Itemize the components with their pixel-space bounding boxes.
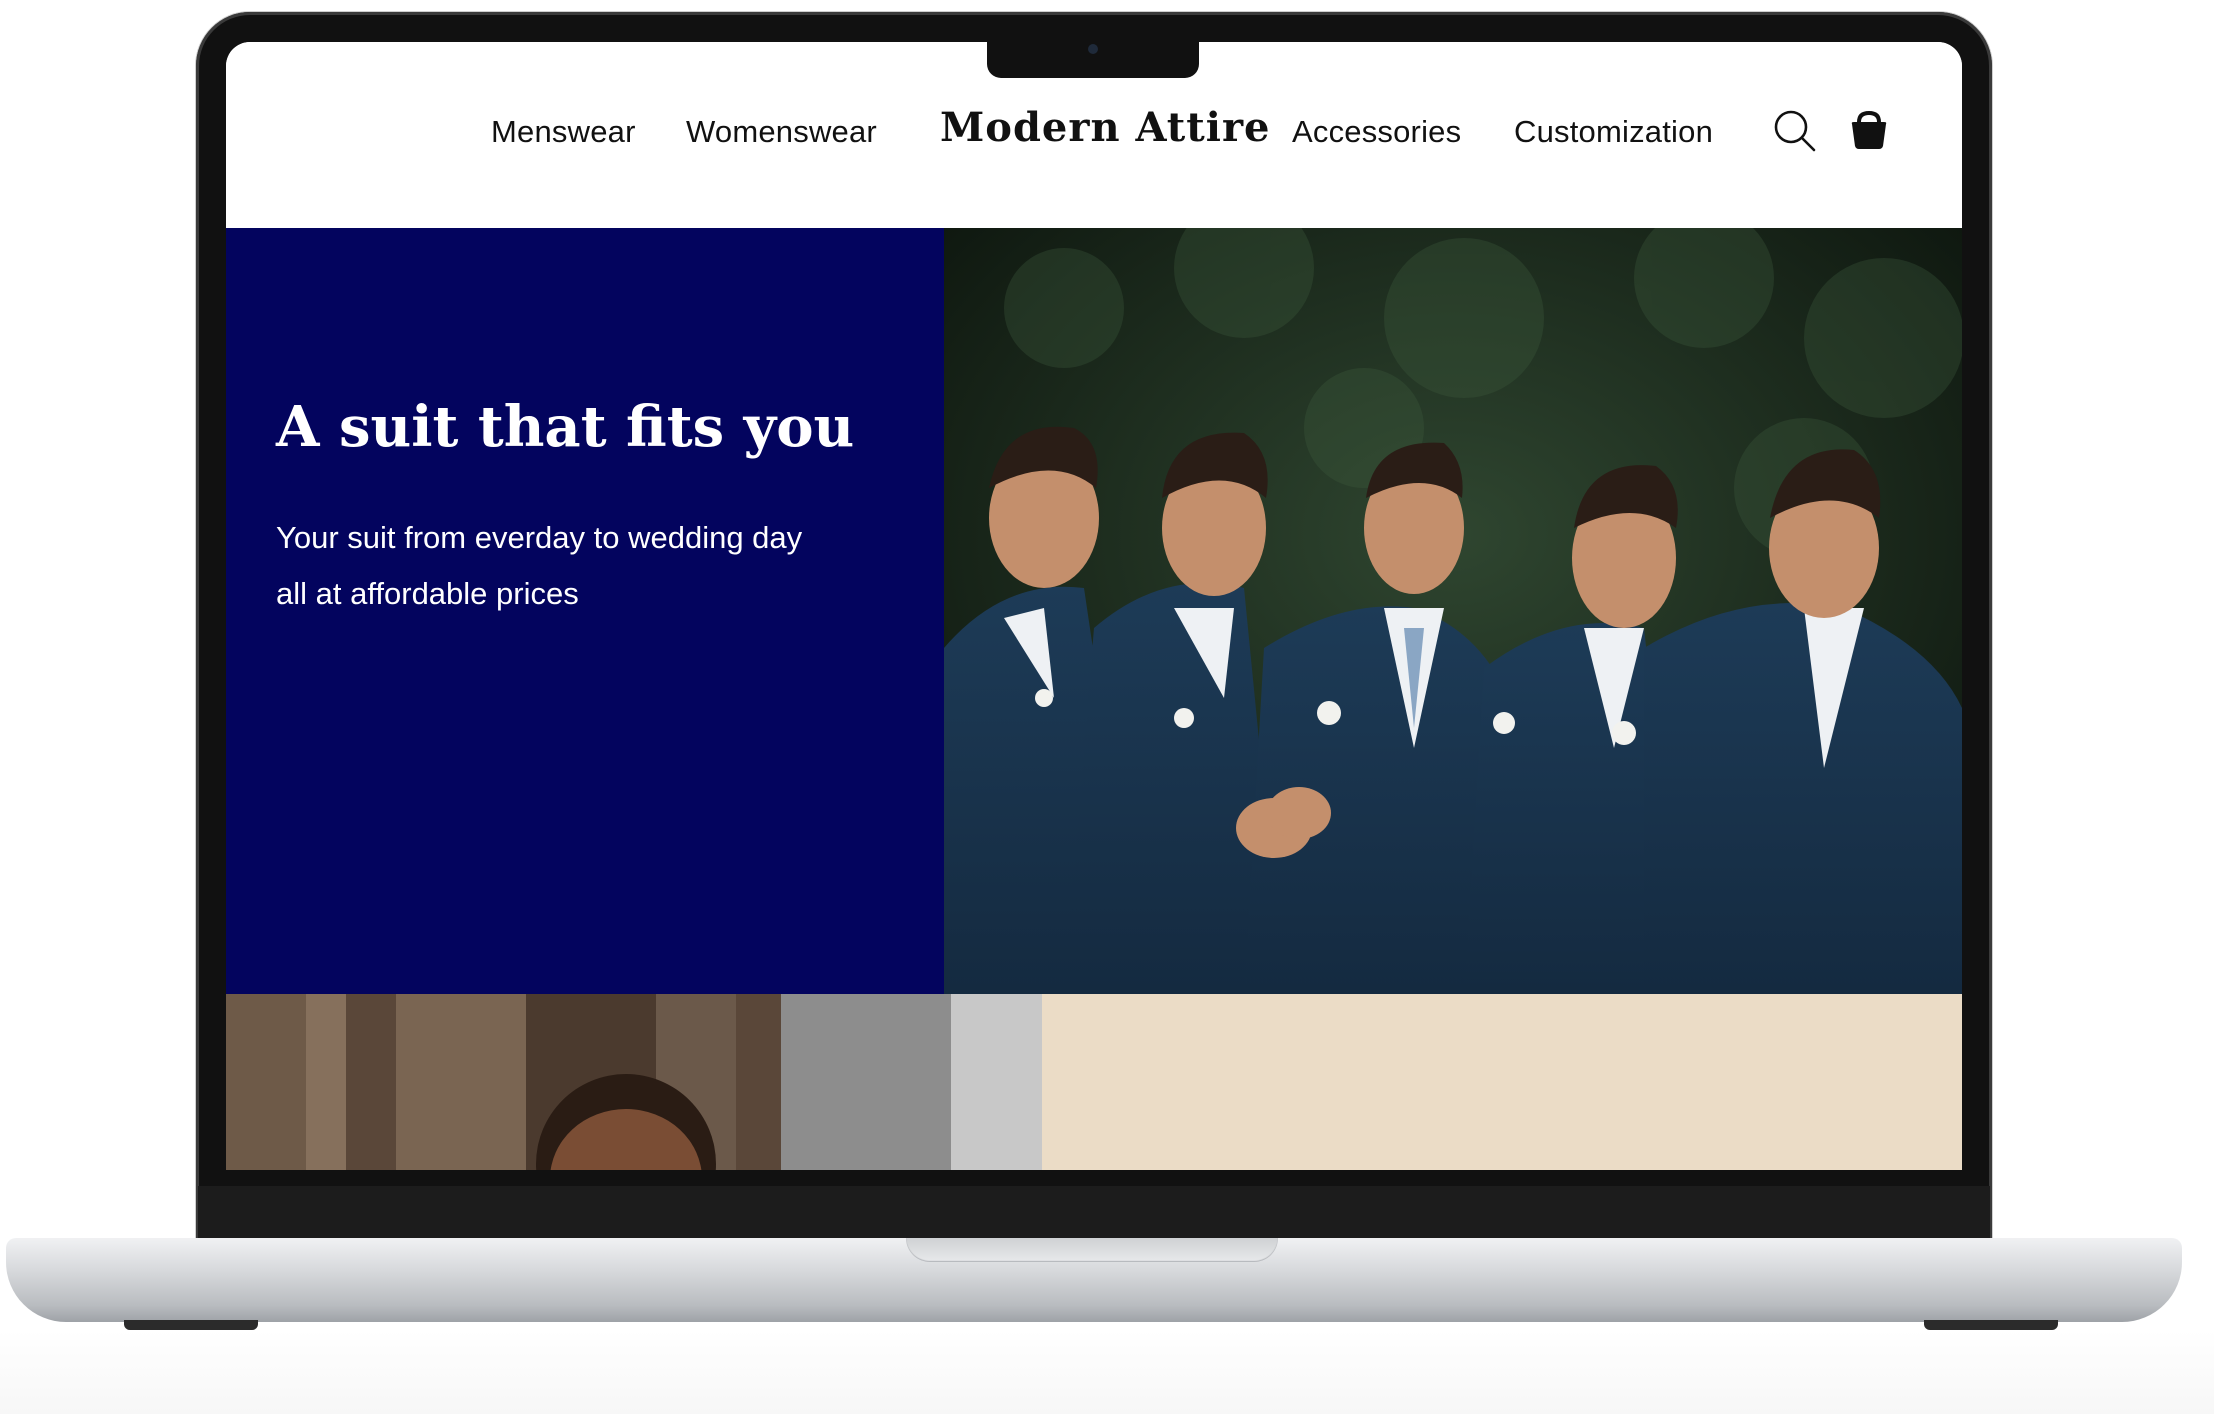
hero-photo-groomsmen	[944, 228, 1962, 994]
nav-accessories[interactable]: Accessories	[1292, 114, 1461, 150]
groomsmen-illustration	[944, 228, 1962, 994]
laptop-foot-left	[124, 1320, 258, 1330]
brand-logo[interactable]: Modern Attire	[940, 104, 1270, 151]
shopping-bag-icon[interactable]	[1846, 108, 1892, 154]
beige-panel	[1042, 994, 1962, 1170]
laptop-foot-right	[1924, 1320, 2058, 1330]
search-icon[interactable]	[1772, 108, 1818, 154]
doorway-portrait-illustration	[226, 994, 1042, 1170]
laptop-screen: Menswear Womenswear Modern Attire Access…	[226, 42, 1962, 1170]
laptop-mockup: Menswear Womenswear Modern Attire Access…	[0, 0, 2214, 1414]
nav-menswear[interactable]: Menswear	[491, 114, 636, 150]
camera-lens	[1088, 44, 1098, 54]
secondary-photo	[226, 994, 1042, 1170]
laptop-bezel-bottom	[198, 1186, 1990, 1240]
hero-title: A suit that fits you	[276, 394, 855, 460]
floor-shadow	[0, 1330, 2214, 1414]
laptop-opening-lip	[906, 1238, 1278, 1262]
hero-text-panel: A suit that fits you Your suit from ever…	[226, 228, 944, 994]
nav-customization[interactable]: Customization	[1514, 114, 1713, 150]
nav-womenswear[interactable]: Womenswear	[686, 114, 877, 150]
hero-subtitle: Your suit from everday to wedding day al…	[276, 520, 803, 611]
